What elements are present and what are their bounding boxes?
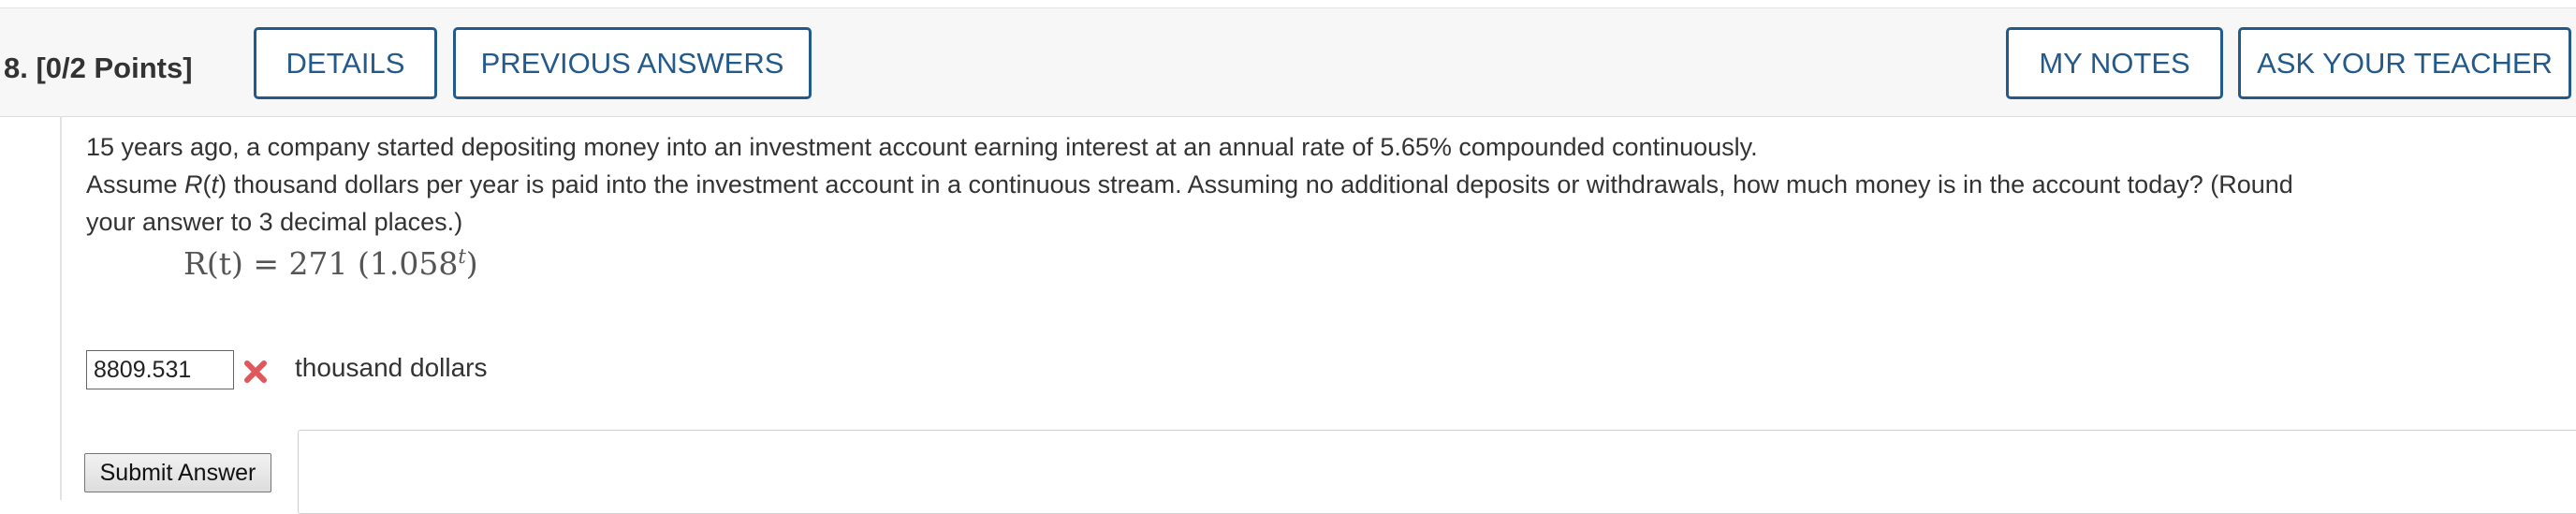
details-button[interactable]: DETAILS (254, 27, 437, 99)
answer-input[interactable] (86, 350, 234, 389)
question-header: 8. [0/2 Points] DETAILS PREVIOUS ANSWERS… (0, 7, 2576, 117)
x-mark-icon (244, 360, 267, 383)
my-notes-button[interactable]: MY NOTES (2006, 27, 2223, 99)
work-area-box (298, 430, 2576, 514)
question-text-line-2: Assume R(t) thousand dollars per year is… (86, 170, 2293, 198)
question-text-line-3: your answer to 3 decimal places.) (86, 208, 463, 236)
previous-answers-button[interactable]: PREVIOUS ANSWERS (453, 27, 812, 99)
ask-your-teacher-button[interactable]: ASK YOUR TEACHER (2238, 27, 2571, 99)
content-left-rule (60, 116, 62, 500)
question-number-points: 8. [0/2 Points] (4, 51, 193, 84)
question-text-line-1: 15 years ago, a company started depositi… (86, 133, 1758, 161)
submit-answer-button[interactable]: Submit Answer (84, 453, 271, 492)
rate-formula: R(t) = 271 (1.058t) (183, 245, 478, 282)
answer-unit-label: thousand dollars (295, 353, 488, 382)
